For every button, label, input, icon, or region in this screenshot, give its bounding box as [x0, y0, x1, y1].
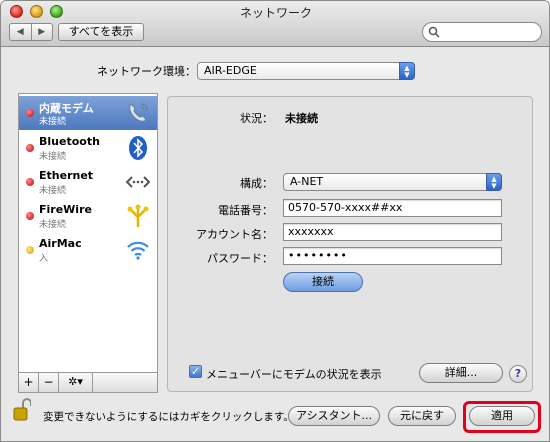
service-name: FireWire	[39, 203, 92, 216]
service-status: 未接続	[39, 220, 67, 230]
firewire-icon	[127, 204, 149, 227]
title-bar: ネットワーク ◀ ▶ すべてを表示	[1, 1, 549, 47]
search-field[interactable]	[422, 22, 542, 42]
show-all-button[interactable]: すべてを表示	[58, 23, 144, 41]
service-item-ethernet[interactable]: Ethernet 未接続	[19, 165, 157, 199]
config-label: 構成：	[240, 177, 273, 190]
back-button[interactable]: ◀	[10, 24, 31, 40]
lock-icon[interactable]	[13, 398, 31, 422]
password-field[interactable]: ••••••••	[283, 247, 502, 265]
service-item-firewire[interactable]: FireWire 未接続	[19, 199, 157, 233]
service-status: 未接続	[39, 152, 67, 162]
apply-highlight-outline	[463, 401, 541, 433]
location-value: AIR-EDGE	[204, 64, 257, 77]
service-status: 入	[39, 254, 49, 264]
status-dot	[26, 212, 34, 220]
service-status: 未接続	[39, 186, 67, 196]
ethernet-icon	[125, 176, 151, 188]
account-label: アカウント名：	[196, 228, 273, 241]
assistant-button[interactable]: アシスタント...	[288, 406, 380, 426]
config-popup[interactable]: A-NET ▲ ▼	[283, 173, 502, 191]
account-field[interactable]: xxxxxxx	[283, 223, 502, 241]
window-title: ネットワーク	[239, 6, 312, 20]
menubar-status-label: メニューバーにモデムの状況を表示	[206, 368, 382, 381]
service-status: 未接続	[39, 117, 67, 127]
location-popup[interactable]: AIR-EDGE ▲ ▼	[197, 62, 415, 80]
status-dot	[26, 109, 34, 117]
nav-buttons: ◀ ▶	[9, 23, 53, 41]
status-value: 未接続	[285, 112, 318, 125]
details-button[interactable]: 詳細...	[419, 363, 503, 383]
status-dot	[26, 178, 34, 186]
lock-hint-text: 変更できないようにするにはカギをクリックします。	[43, 411, 294, 423]
bluetooth-icon	[129, 136, 147, 160]
popup-arrows-icon: ▲ ▼	[486, 173, 502, 191]
status-label: 状況：	[240, 112, 273, 125]
menubar-status-checkbox[interactable]: ✓	[189, 365, 202, 378]
network-preferences-window: ネットワーク ◀ ▶ すべてを表示 ネットワーク環境： AIR-EDGE ▲ ▼ …	[0, 0, 550, 442]
wifi-icon	[127, 241, 149, 260]
revert-button[interactable]: 元に戻す	[388, 406, 456, 426]
password-label: パスワード：	[207, 252, 273, 265]
service-name: AirMac	[39, 237, 82, 250]
config-value: A-NET	[290, 175, 324, 188]
forward-button[interactable]: ▶	[30, 24, 53, 40]
connect-button[interactable]: 接続	[283, 272, 363, 292]
service-item-airmac[interactable]: AirMac 入	[19, 233, 157, 267]
service-list-controls: + − ✲▾	[18, 373, 158, 393]
add-service-button[interactable]: +	[19, 373, 39, 392]
service-list: 内蔵モデム 未接続 Bluetooth 未接続 Ethernet 未接続 Fir…	[18, 93, 158, 373]
phone-modem-icon	[129, 103, 148, 122]
remove-service-button[interactable]: −	[39, 373, 59, 392]
service-item-bluetooth[interactable]: Bluetooth 未接続	[19, 131, 157, 165]
search-icon	[428, 26, 440, 38]
help-button[interactable]: ?	[509, 365, 527, 383]
status-dot	[26, 144, 34, 152]
service-name: Bluetooth	[39, 135, 100, 148]
popup-arrows-icon: ▲ ▼	[399, 62, 415, 80]
phone-field[interactable]: 0570-570-xxxx##xx	[283, 199, 502, 217]
detail-panel	[167, 96, 533, 392]
phone-label: 電話番号：	[218, 204, 273, 217]
status-dot	[26, 246, 34, 254]
service-name: Ethernet	[39, 169, 94, 182]
gear-menu-button[interactable]: ✲▾	[59, 373, 93, 392]
location-label: ネットワーク環境：	[97, 65, 196, 78]
service-item-internal-modem[interactable]: 内蔵モデム 未接続	[19, 96, 157, 130]
